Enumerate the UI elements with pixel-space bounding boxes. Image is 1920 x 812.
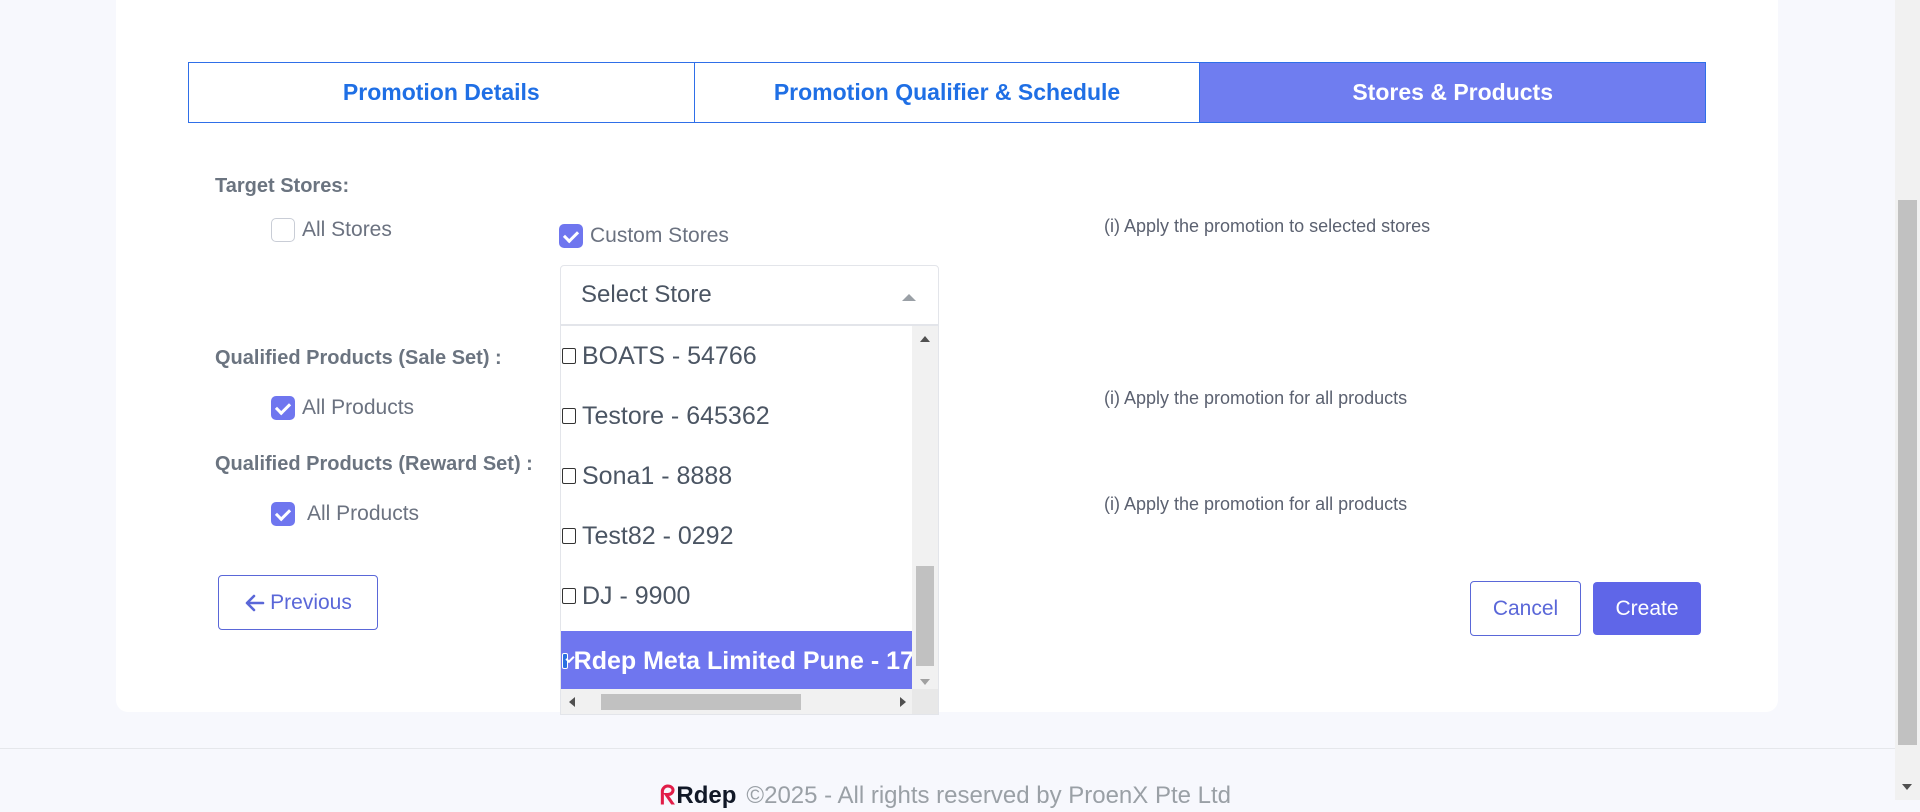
store-option-checkbox[interactable]: [562, 408, 576, 424]
scroll-right-arrow-icon[interactable]: [900, 697, 906, 707]
tab-stores-products[interactable]: Stores & Products: [1200, 63, 1706, 122]
wizard-tabs: Promotion Details Promotion Qualifier & …: [188, 62, 1706, 123]
dropdown-horizontal-scrollbar[interactable]: [561, 689, 914, 714]
custom-stores-checkbox[interactable]: [559, 224, 583, 248]
dropdown-scroll-thumb[interactable]: [916, 566, 934, 666]
sale-set-label: Qualified Products (Sale Set) :: [215, 347, 502, 369]
store-select[interactable]: Select Store: [560, 265, 939, 325]
store-option-dj[interactable]: DJ - 9900: [561, 566, 914, 626]
tab-promotion-details[interactable]: Promotion Details: [189, 63, 695, 122]
page-scroll-down-arrow-icon[interactable]: [1902, 784, 1912, 790]
footer: ᖇ Rdep ©2025 - All rights reserved by Pr…: [660, 780, 1231, 812]
custom-stores-option[interactable]: Custom Stores: [559, 224, 729, 248]
store-option-test82[interactable]: Test82 - 0292: [561, 506, 914, 566]
arrow-left-icon: [244, 592, 266, 614]
page-scroll-thumb[interactable]: [1898, 200, 1917, 745]
dropdown-hscroll-thumb[interactable]: [601, 694, 801, 710]
store-option-testore[interactable]: Testore - 645362: [561, 386, 914, 446]
copyright-text: ©2025 - All rights reserved by ProenX Pt…: [746, 782, 1232, 809]
store-option-label: BOATS - 54766: [582, 341, 757, 370]
store-option-label: DJ - 9900: [582, 581, 691, 610]
scroll-down-arrow-icon[interactable]: [920, 679, 930, 685]
chevron-up-icon: [902, 294, 916, 301]
store-option-checkbox[interactable]: [562, 653, 568, 669]
all-stores-label: All Stores: [302, 218, 392, 241]
reward-set-hint: (i) Apply the promotion for all products: [1104, 494, 1408, 514]
sale-set-all-products-checkbox[interactable]: [271, 396, 295, 420]
scroll-left-arrow-icon[interactable]: [569, 697, 575, 707]
store-option-checkbox[interactable]: [562, 468, 576, 484]
store-select-placeholder: Select Store: [581, 281, 712, 308]
reward-set-label: Qualified Products (Reward Set) :: [215, 453, 533, 475]
store-dropdown-list[interactable]: BOATS - 54766 Testore - 645362 Sona1 - 8…: [560, 325, 939, 715]
previous-button-label: Previous: [270, 590, 352, 614]
sale-set-all-products-label: All Products: [302, 396, 415, 419]
store-option-label: Sona1 - 8888: [582, 461, 733, 490]
store-option-boats[interactable]: BOATS - 54766: [561, 326, 914, 386]
store-option-checkbox[interactable]: [562, 348, 576, 364]
all-stores-checkbox[interactable]: [271, 218, 295, 242]
all-stores-option[interactable]: All Stores: [271, 218, 392, 242]
store-option-sona1[interactable]: Sona1 - 8888: [561, 446, 914, 506]
store-option-rdep-meta[interactable]: Rdep Meta Limited Pune - 17: [561, 631, 914, 691]
store-option-checkbox[interactable]: [562, 588, 576, 604]
create-button[interactable]: Create: [1593, 582, 1701, 635]
company-logo: ᖇ Rdep: [660, 780, 736, 812]
reward-set-all-products-option[interactable]: All Products: [271, 502, 419, 526]
target-stores-label: Target Stores:: [215, 175, 350, 197]
previous-button[interactable]: Previous: [218, 575, 378, 630]
footer-divider: [0, 748, 1895, 749]
store-option-label: Test82 - 0292: [582, 521, 734, 550]
tab-promotion-qualifier-schedule[interactable]: Promotion Qualifier & Schedule: [694, 63, 1201, 122]
scrollbar-corner: [912, 689, 938, 714]
page-scrollbar[interactable]: [1895, 0, 1920, 800]
store-options: BOATS - 54766 Testore - 645362 Sona1 - 8…: [561, 326, 914, 691]
store-option-checkbox[interactable]: [562, 528, 576, 544]
dropdown-vertical-scrollbar[interactable]: [912, 326, 938, 691]
store-option-label: Testore - 645362: [582, 401, 770, 430]
sale-set-hint: (i) Apply the promotion for all products: [1104, 388, 1408, 408]
reward-set-all-products-checkbox[interactable]: [271, 502, 295, 526]
logo-text: Rdep: [676, 782, 737, 809]
store-option-label: Rdep Meta Limited Pune - 17: [573, 646, 914, 675]
reward-set-all-products-label: All Products: [307, 502, 420, 525]
cancel-button[interactable]: Cancel: [1470, 581, 1581, 636]
custom-stores-label: Custom Stores: [590, 224, 729, 247]
logo-mark-icon: ᖇ: [660, 780, 676, 810]
scroll-up-arrow-icon[interactable]: [920, 336, 930, 342]
target-stores-hint: (i) Apply the promotion to selected stor…: [1104, 216, 1431, 236]
sale-set-all-products-option[interactable]: All Products: [271, 396, 414, 420]
